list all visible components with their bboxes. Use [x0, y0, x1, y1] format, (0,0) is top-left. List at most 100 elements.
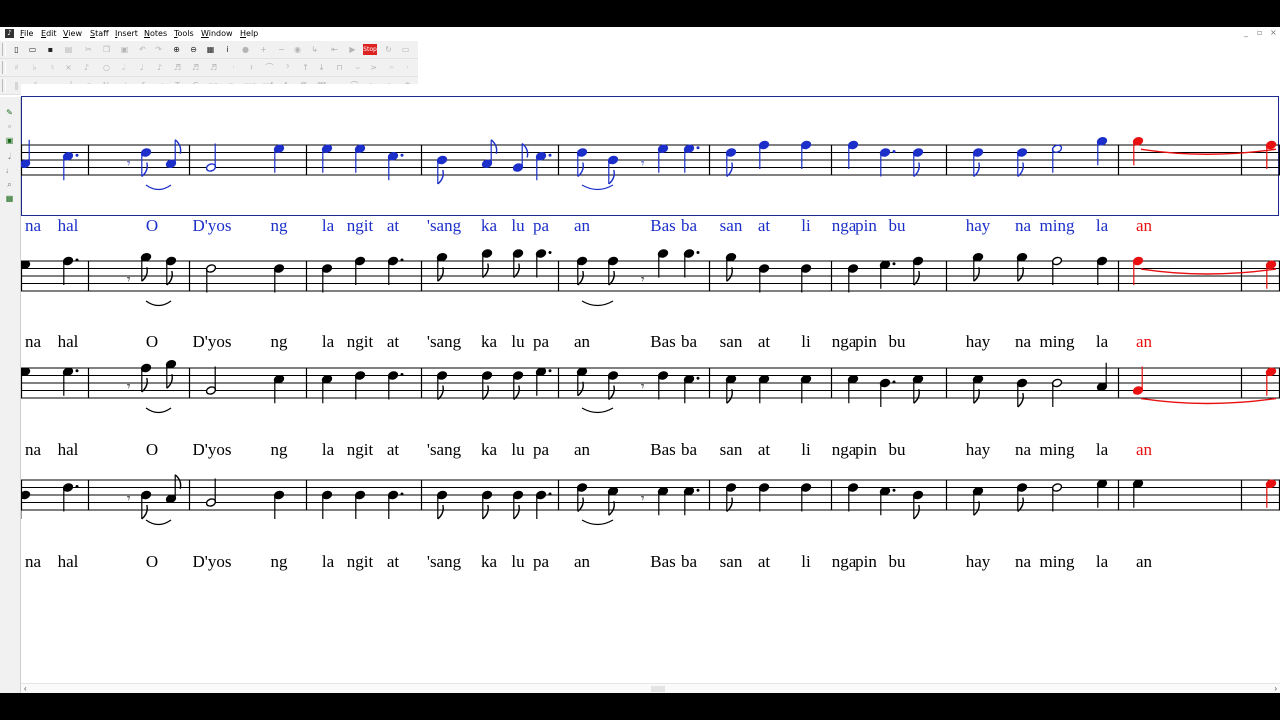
- lyric-syllable[interactable]: ngit: [347, 217, 373, 234]
- lyric-syllable[interactable]: san: [720, 441, 743, 458]
- lyric-syllable[interactable]: an: [1136, 217, 1152, 234]
- lyric-syllable[interactable]: at: [758, 441, 770, 458]
- record-icon[interactable]: ●: [240, 44, 251, 55]
- menu-notes[interactable]: Notes: [144, 29, 167, 38]
- menu-view[interactable]: View: [63, 29, 82, 38]
- zoom-in-icon[interactable]: ⊕: [171, 44, 182, 55]
- slur-icon[interactable]: ⌣: [352, 62, 363, 73]
- lyric-syllable[interactable]: bu: [889, 217, 906, 234]
- paste-icon[interactable]: ▣: [119, 44, 130, 55]
- lyric-syllable[interactable]: na: [25, 217, 41, 234]
- lyric-syllable[interactable]: bu: [889, 553, 906, 570]
- lyric-syllable[interactable]: ka: [481, 217, 497, 234]
- lyric-syllable[interactable]: la: [1096, 441, 1108, 458]
- lyric-syllable[interactable]: D'yos: [193, 333, 232, 350]
- minimize-button[interactable]: _: [1244, 28, 1248, 38]
- lyric-syllable[interactable]: lu: [511, 333, 524, 350]
- lyric-syllable[interactable]: an: [574, 217, 590, 234]
- page-view-icon[interactable]: ▦: [205, 44, 216, 55]
- lyric-syllable[interactable]: ba: [681, 553, 697, 570]
- lyric-syllable[interactable]: at: [387, 333, 399, 350]
- lyric-syllable[interactable]: an: [574, 441, 590, 458]
- lyric-syllable[interactable]: lu: [511, 441, 524, 458]
- flat-icon[interactable]: ♭: [29, 62, 40, 73]
- menu-staff[interactable]: Staff: [90, 29, 109, 38]
- lyric-syllable[interactable]: la: [1096, 217, 1108, 234]
- lyric-syllable[interactable]: san: [720, 217, 743, 234]
- horizontal-scrollbar[interactable]: ‹ ›: [21, 683, 1280, 693]
- menu-file[interactable]: File: [20, 29, 33, 38]
- info-icon[interactable]: i: [222, 44, 233, 55]
- stem-down-icon[interactable]: ↓: [316, 62, 327, 73]
- lyric-syllable[interactable]: ng: [271, 217, 288, 234]
- natural-icon[interactable]: ♮: [47, 62, 58, 73]
- play-icon[interactable]: ▶: [347, 44, 358, 55]
- lyric-syllable[interactable]: pin: [855, 217, 877, 234]
- fermata-icon[interactable]: 𝄐: [386, 62, 397, 73]
- lyric-syllable[interactable]: an: [1136, 441, 1152, 458]
- lyric-syllable[interactable]: ka: [481, 441, 497, 458]
- lyric-syllable[interactable]: na: [25, 553, 41, 570]
- redo-icon[interactable]: ↷: [153, 44, 164, 55]
- lyric-syllable[interactable]: ming: [1040, 333, 1075, 350]
- lyric-syllable[interactable]: ba: [681, 217, 697, 234]
- lyric-syllable[interactable]: ngit: [347, 553, 373, 570]
- scroll-thumb[interactable]: [651, 686, 665, 692]
- eighth-note-icon[interactable]: ♪: [154, 62, 165, 73]
- stop-button[interactable]: Stop: [363, 44, 377, 55]
- lyric-syllable[interactable]: ba: [681, 333, 697, 350]
- copy-icon[interactable]: ❐: [101, 44, 112, 55]
- lyric-syllable[interactable]: hay: [966, 333, 991, 350]
- lyric-syllable[interactable]: na: [1015, 217, 1031, 234]
- accent-icon[interactable]: >: [368, 62, 379, 73]
- lyric-syllable[interactable]: lu: [511, 217, 524, 234]
- remove-icon[interactable]: −: [276, 44, 287, 55]
- lyric-syllable[interactable]: an: [1136, 333, 1152, 350]
- thirty-second-note-icon[interactable]: ♬: [190, 62, 201, 73]
- lyric-syllable[interactable]: bu: [889, 441, 906, 458]
- close-button[interactable]: ×: [1270, 28, 1277, 38]
- menu-help[interactable]: Help: [240, 29, 258, 38]
- lyric-syllable[interactable]: an: [1136, 553, 1152, 570]
- save-icon[interactable]: ▪: [45, 44, 56, 55]
- lyric-syllable[interactable]: nga: [832, 553, 857, 570]
- undo-icon[interactable]: ↶: [137, 44, 148, 55]
- lyric-syllable[interactable]: ng: [271, 553, 288, 570]
- lyric-syllable[interactable]: pin: [855, 441, 877, 458]
- lyric-syllable[interactable]: 'sang: [427, 553, 461, 570]
- menu-window[interactable]: Window: [201, 29, 233, 38]
- lyric-syllable[interactable]: O: [146, 441, 158, 458]
- lyric-syllable[interactable]: ka: [481, 333, 497, 350]
- lyric-syllable[interactable]: hal: [58, 441, 79, 458]
- lyric-syllable[interactable]: san: [720, 333, 743, 350]
- lyric-syllable[interactable]: la: [1096, 553, 1108, 570]
- loop-icon[interactable]: ↻: [383, 44, 394, 55]
- lyric-syllable[interactable]: ng: [271, 441, 288, 458]
- half-note-icon[interactable]: 𝅗𝅥: [118, 62, 129, 73]
- lyric-syllable[interactable]: ming: [1040, 217, 1075, 234]
- lyric-syllable[interactable]: ngit: [347, 333, 373, 350]
- sharp-icon[interactable]: ♯: [11, 62, 22, 73]
- lyric-syllable[interactable]: li: [801, 217, 810, 234]
- lyric-syllable[interactable]: Bas: [650, 333, 676, 350]
- lyric-syllable[interactable]: D'yos: [193, 217, 232, 234]
- scroll-left-icon[interactable]: ‹: [24, 684, 27, 693]
- lyric-syllable[interactable]: at: [387, 553, 399, 570]
- lyric-syllable[interactable]: san: [720, 553, 743, 570]
- lyric-syllable[interactable]: at: [387, 441, 399, 458]
- lyric-syllable[interactable]: na: [25, 333, 41, 350]
- voice-icon[interactable]: 𝅘𝅥: [3, 151, 16, 162]
- lyric-syllable[interactable]: hay: [966, 441, 991, 458]
- lyric-syllable[interactable]: lu: [511, 553, 524, 570]
- lyric-syllable[interactable]: 'sang: [427, 333, 461, 350]
- lyric-syllable[interactable]: pa: [533, 553, 549, 570]
- cut-icon[interactable]: ✂: [83, 44, 94, 55]
- lyric-syllable[interactable]: pin: [855, 553, 877, 570]
- delete-note-icon[interactable]: ×: [63, 62, 74, 73]
- whole-note-icon[interactable]: ○: [101, 62, 112, 73]
- lyric-syllable[interactable]: la: [322, 553, 334, 570]
- magnifier-icon[interactable]: ⌕: [3, 179, 16, 190]
- lyric-syllable[interactable]: 'sang: [427, 441, 461, 458]
- lyric-syllable[interactable]: na: [1015, 333, 1031, 350]
- lyric-syllable[interactable]: na: [1015, 441, 1031, 458]
